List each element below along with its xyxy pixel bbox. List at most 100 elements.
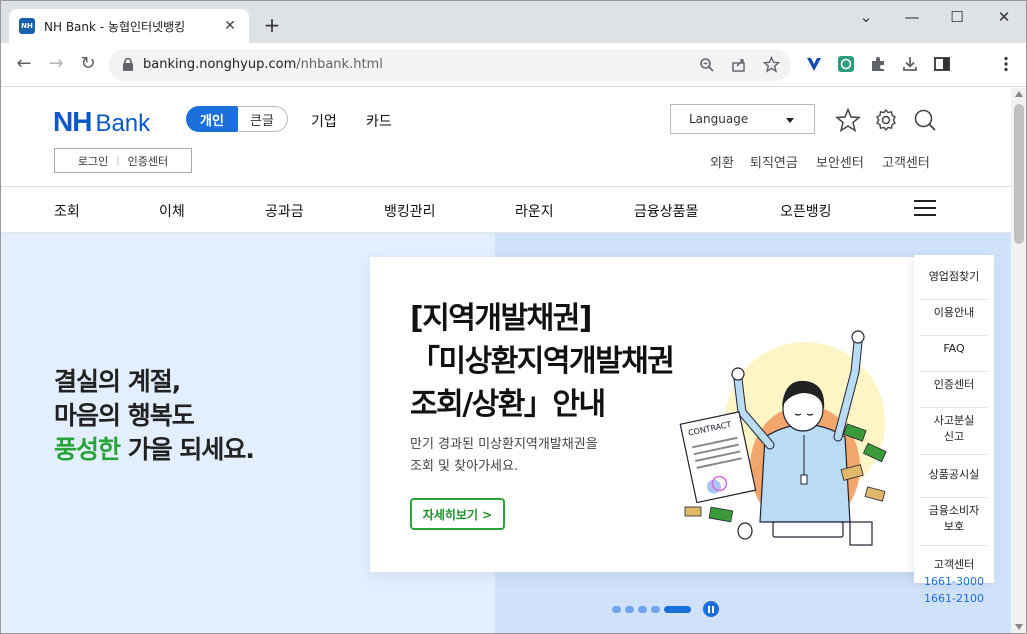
- new-tab-button[interactable]: +: [261, 13, 283, 37]
- browser-window: NH NH Bank - 농협인터넷뱅킹 ✕ + ⌄ — ☐ ✕ ← → ↻ b…: [0, 0, 1027, 634]
- quick-customer-center[interactable]: 고객센터 1661-3000 1661-2100: [920, 557, 988, 617]
- url-host: banking.nonghyup.com: [143, 57, 297, 72]
- browser-toolbar: ← → ↻ banking.nonghyup.com/nhbank.html: [1, 43, 1026, 87]
- nav-card[interactable]: 카드: [366, 111, 392, 131]
- cert-center-link[interactable]: 인증센터: [128, 153, 168, 169]
- logo-nh: NH: [53, 106, 92, 137]
- promo-desc-line-1: 만기 경과된 미상환지역개발채권을: [410, 437, 598, 452]
- nh-favicon-icon: NH: [19, 18, 35, 34]
- side-panel-icon[interactable]: [933, 55, 951, 73]
- scroll-up-arrow-icon[interactable]: [1015, 91, 1023, 97]
- mode-personal-button[interactable]: 개인: [186, 106, 238, 132]
- detail-view-button[interactable]: 자세히보기 >: [410, 498, 505, 530]
- close-window-button[interactable]: ✕: [989, 7, 1019, 27]
- promo-headline: [지역개발채권] 「미상환지역개발채권 조회/상환」안내: [410, 301, 675, 422]
- quick-accident-report[interactable]: 사고분실 신고: [920, 413, 988, 455]
- quick-customer-label: 고객센터: [933, 558, 975, 571]
- browser-tab[interactable]: NH NH Bank - 농협인터넷뱅킹 ✕: [9, 9, 249, 43]
- quick-cert-center[interactable]: 인증센터: [920, 377, 988, 408]
- promo-desc-line-2: 조회 및 찾아가세요.: [410, 459, 519, 474]
- slogan-green: 풍성한: [54, 435, 121, 464]
- gnb-banking-management[interactable]: 뱅킹관리: [384, 201, 436, 221]
- hero-slogan: 결실의 계절, 마음의 행복도 풍성한 가을 되세요.: [54, 365, 255, 467]
- quick-branch-finder[interactable]: 영업점찾기: [920, 269, 988, 300]
- header-divider: [1, 186, 1011, 187]
- address-bar[interactable]: banking.nonghyup.com/nhbank.html: [109, 49, 791, 81]
- nh-bank-logo[interactable]: NH Bank: [53, 106, 150, 138]
- utility-security-link[interactable]: 보안센터: [816, 152, 864, 171]
- language-label: Language: [689, 112, 749, 126]
- minimize-button[interactable]: —: [897, 7, 927, 27]
- slide-dot-1[interactable]: [612, 605, 621, 613]
- forward-button[interactable]: →: [45, 53, 67, 75]
- slide-dot-3[interactable]: [638, 605, 647, 613]
- tab-search-icon[interactable]: ⌄: [851, 7, 881, 27]
- download-icon[interactable]: [901, 55, 919, 73]
- lock-icon: [123, 57, 133, 71]
- pause-icon[interactable]: [703, 601, 719, 617]
- quick-accident-line-2: 신고: [943, 430, 965, 443]
- quick-menu: 영업점찾기 이용안내 FAQ 인증센터 사고분실 신고 상품공시실 금융소비자 …: [914, 255, 994, 605]
- slogan-line-1: 결실의 계절,: [54, 367, 181, 396]
- utility-fx-link[interactable]: 외환: [710, 152, 734, 171]
- quick-consumer-line-1: 금융소비자: [928, 504, 980, 517]
- page-scrollbar[interactable]: [1011, 88, 1026, 633]
- share-icon[interactable]: [731, 57, 747, 73]
- tab-title: NH Bank - 농협인터넷뱅킹: [44, 19, 186, 34]
- slide-dot-5-active[interactable]: [664, 605, 691, 613]
- gnb-lounge[interactable]: 라운지: [515, 201, 554, 221]
- settings-gear-icon[interactable]: [873, 107, 899, 133]
- extension-v-icon[interactable]: [805, 55, 823, 73]
- quick-consumer-protection[interactable]: 금융소비자 보호: [920, 503, 988, 546]
- reload-button[interactable]: ↻: [77, 53, 99, 75]
- scrollbar-thumb[interactable]: [1014, 104, 1024, 244]
- maximize-button[interactable]: ☐: [942, 7, 972, 27]
- slogan-line-2: 마음의 행복도: [54, 401, 195, 430]
- web-page: NH Bank 개인 큰글 기업 카드 로그인 | 인증센터 Language …: [1, 88, 1011, 633]
- hero-banner: 결실의 계절, 마음의 행복도 풍성한 가을 되세요. [지역개발채권] 「미상…: [1, 233, 1011, 633]
- quick-usage-guide[interactable]: 이용안내: [920, 305, 988, 336]
- promo-description: 만기 경과된 미상환지역개발채권을 조회 및 찾아가세요.: [410, 434, 598, 478]
- slide-pagination: [612, 601, 719, 617]
- mode-large-text-button[interactable]: 큰글: [237, 106, 288, 132]
- extensions-puzzle-icon[interactable]: [869, 55, 887, 73]
- kebab-menu-icon[interactable]: [997, 55, 1015, 73]
- promo-card[interactable]: [지역개발채권] 「미상환지역개발채권 조회/상환」안내 만기 경과된 미상환지…: [370, 257, 916, 572]
- extension-shield-icon[interactable]: [837, 55, 855, 73]
- search-icon[interactable]: [912, 107, 938, 133]
- stretching-person-illustration: CONTRACT: [679, 330, 887, 546]
- utility-customer-link[interactable]: 고객센터: [882, 152, 930, 171]
- url-text: banking.nonghyup.com/nhbank.html: [143, 57, 383, 72]
- favorite-star-icon[interactable]: [835, 107, 861, 133]
- login-link[interactable]: 로그인: [78, 153, 108, 169]
- gnb-open-banking[interactable]: 오픈뱅킹: [780, 201, 832, 221]
- nav-corporate[interactable]: 기업: [311, 111, 337, 131]
- gnb-inquiry[interactable]: 조회: [54, 201, 80, 221]
- login-box: 로그인 | 인증센터: [54, 148, 192, 173]
- back-button[interactable]: ←: [13, 53, 35, 75]
- slogan-rest: 가을 되세요.: [120, 435, 255, 464]
- quick-accident-line-1: 사고분실: [933, 414, 975, 427]
- slide-dot-2[interactable]: [625, 605, 634, 613]
- url-path: /nhbank.html: [296, 57, 383, 72]
- gnb-product-mall[interactable]: 금융상품몰: [634, 201, 698, 221]
- quick-consumer-line-2: 보호: [943, 520, 965, 533]
- all-menu-hamburger-icon[interactable]: [914, 200, 936, 218]
- close-tab-icon[interactable]: ✕: [221, 18, 239, 34]
- gnb-transfer[interactable]: 이체: [159, 201, 185, 221]
- slogan-line-3: 풍성한 가을 되세요.: [54, 433, 255, 467]
- utility-pension-link[interactable]: 퇴직연금: [750, 152, 798, 171]
- login-separator: |: [116, 155, 120, 166]
- zoom-icon[interactable]: [699, 57, 715, 73]
- tab-strip: NH NH Bank - 농협인터넷뱅킹 ✕ + ⌄ — ☐ ✕: [1, 1, 1026, 43]
- quick-faq[interactable]: FAQ: [920, 341, 988, 372]
- bookmark-star-icon[interactable]: [763, 56, 780, 73]
- quick-tel-2: 1661-2100: [924, 592, 984, 605]
- quick-product-disclosure[interactable]: 상품공시실: [920, 467, 988, 498]
- quick-tel-1: 1661-3000: [924, 575, 984, 588]
- dropdown-arrow-icon: [786, 118, 794, 123]
- scroll-down-arrow-icon[interactable]: [1015, 624, 1023, 630]
- slide-dot-4[interactable]: [651, 605, 660, 613]
- language-select[interactable]: Language: [670, 104, 815, 134]
- gnb-utility-bills[interactable]: 공과금: [265, 201, 304, 221]
